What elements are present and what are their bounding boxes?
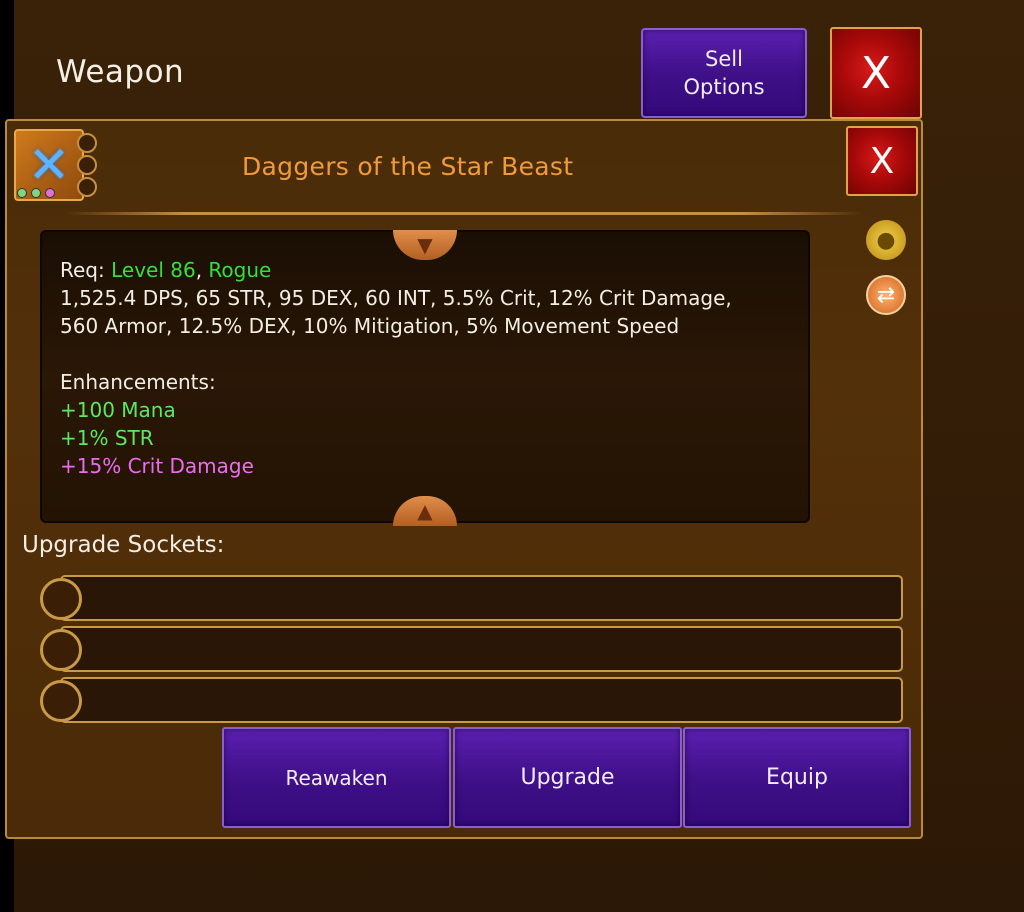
scroll-down-icon: ▲ — [417, 499, 433, 523]
item-description-box[interactable]: Req: Level 86, Rogue 1,525.4 DPS, 65 STR… — [40, 230, 810, 523]
reawaken-button[interactable]: Reawaken — [222, 727, 451, 828]
enhancement-item: +100 Mana — [60, 398, 176, 422]
rarity-gem-green — [17, 188, 27, 198]
item-description: Req: Level 86, Rogue 1,525.4 DPS, 65 STR… — [60, 256, 800, 480]
close-icon: X — [860, 47, 892, 99]
req-class: Rogue — [208, 258, 272, 282]
item-name: Daggers of the Star Beast — [242, 152, 574, 181]
close-window-button[interactable]: X — [830, 27, 922, 119]
equip-button[interactable]: Equip — [683, 727, 911, 828]
scroll-up-icon: ▼ — [417, 233, 433, 257]
upgrade-sockets-label: Upgrade Sockets: — [22, 532, 225, 558]
socket-row[interactable] — [60, 677, 903, 723]
sell-options-button[interactable]: Sell Options — [641, 28, 807, 118]
socket-slot[interactable] — [40, 578, 82, 620]
close-item-button[interactable]: X — [846, 126, 918, 196]
gold-bag-icon[interactable]: ● — [866, 220, 906, 260]
item-gem-slot — [77, 133, 97, 153]
socket-row[interactable] — [60, 575, 903, 621]
item-gem-slot — [77, 155, 97, 175]
swap-icon[interactable]: ⇄ — [866, 275, 906, 315]
item-gem-slot — [77, 177, 97, 197]
rarity-gem-green — [31, 188, 41, 198]
req-level: Level 86 — [111, 258, 196, 282]
divider — [66, 212, 862, 215]
page-title: Weapon — [56, 54, 185, 90]
requirements-line: Req: Level 86, Rogue — [60, 258, 272, 282]
enhancement-item: +15% Crit Damage — [60, 454, 254, 478]
socket-slot[interactable] — [40, 680, 82, 722]
enhancements-title: Enhancements: — [60, 370, 216, 394]
close-icon: X — [869, 140, 895, 182]
stats-line: 1,525.4 DPS, 65 STR, 95 DEX, 60 INT, 5.5… — [60, 286, 732, 310]
enhancement-item: +1% STR — [60, 426, 154, 450]
upgrade-button[interactable]: Upgrade — [453, 727, 682, 828]
socket-slot[interactable] — [40, 629, 82, 671]
daggers-icon: ✕ — [28, 136, 70, 194]
rarity-gem-pink — [45, 188, 55, 198]
stats-line: 560 Armor, 12.5% DEX, 10% Mitigation, 5%… — [60, 314, 680, 338]
socket-row[interactable] — [60, 626, 903, 672]
